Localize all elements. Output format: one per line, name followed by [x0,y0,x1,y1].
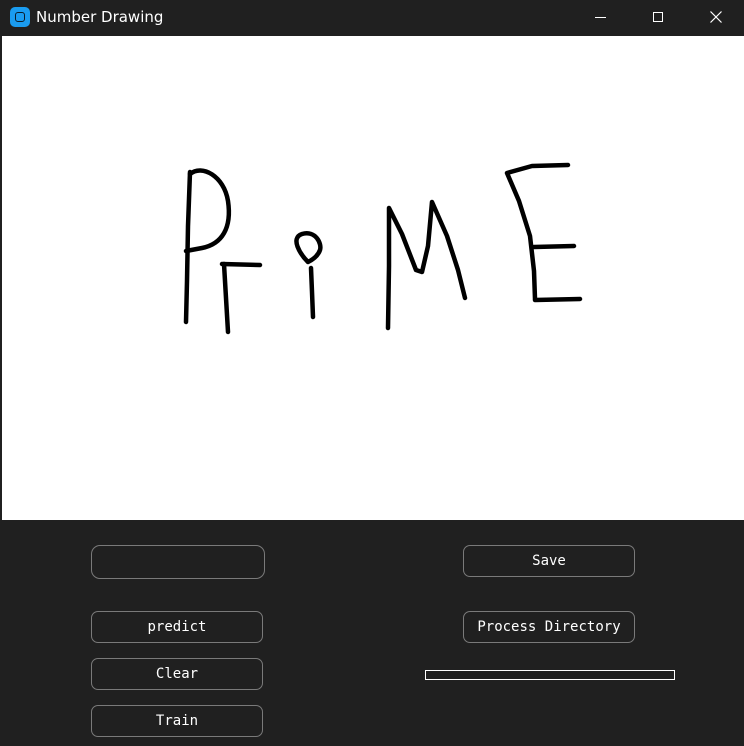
drawing-canvas[interactable] [2,36,744,520]
save-button[interactable]: Save [463,545,635,577]
minimize-button[interactable] [571,0,629,34]
train-button[interactable]: Train [91,705,263,737]
drawn-stroke-i-stem [308,265,316,320]
predict-button[interactable]: predict [91,611,263,643]
drawn-stroke-m [385,199,468,331]
clear-button[interactable]: Clear [91,658,263,690]
drawn-stroke-r-arm [219,261,263,268]
progress-bar [425,670,675,680]
close-button[interactable] [687,0,744,34]
maximize-button[interactable] [629,0,687,34]
drawn-stroke-p-bowl [183,168,232,254]
close-icon [710,11,722,23]
maximize-icon [653,12,663,22]
minimize-icon [594,16,606,18]
process-directory-button[interactable]: Process Directory [463,611,635,643]
title-bar: Number Drawing [0,0,744,34]
drawn-stroke-e-spine [504,162,571,302]
drawn-stroke-r-stem [221,261,231,335]
drawn-stroke-e-bottom [532,296,583,303]
drawn-stroke-p-stem [183,169,193,325]
drawn-stroke-e-middle [531,243,577,250]
drawn-stroke-i-loop [294,231,323,265]
window-title: Number Drawing [36,8,164,26]
app-icon [10,7,30,27]
prediction-text-field[interactable] [91,545,265,579]
